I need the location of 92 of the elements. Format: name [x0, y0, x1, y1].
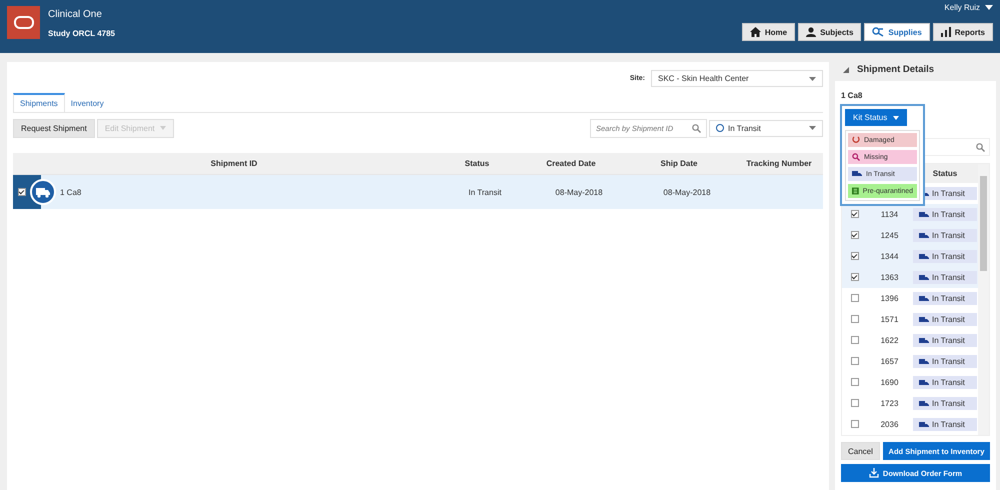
status-tag: In Transit: [913, 397, 977, 410]
truck-icon: [919, 254, 929, 260]
user-menu[interactable]: Kelly Ruiz: [944, 3, 993, 12]
kit-number: 1622: [880, 336, 898, 345]
kit-number: 1245: [880, 231, 898, 240]
tab[interactable]: Shipments: [13, 93, 65, 112]
truck-icon: [919, 232, 929, 238]
checkbox[interactable]: [850, 420, 858, 428]
status-tag: In Transit: [913, 334, 977, 347]
checkbox[interactable]: [850, 294, 858, 302]
checkbox[interactable]: [850, 314, 858, 322]
truck-icon: [919, 274, 929, 280]
nav-button[interactable]: Home: [742, 23, 796, 41]
checkbox[interactable]: [850, 378, 858, 386]
truck-icon: [919, 296, 929, 302]
checkbox[interactable]: [18, 188, 26, 196]
shipment-name: 1 Ca8: [841, 91, 864, 100]
nav-button[interactable]: Reports: [932, 23, 993, 41]
column-header: Tracking Number: [745, 159, 813, 168]
status-tag: In Transit: [913, 418, 977, 431]
search-icon: [852, 153, 860, 161]
table-cell-text: 1 Ca8: [59, 188, 82, 196]
checkbox[interactable]: [850, 210, 858, 218]
status-filter[interactable]: In Transit: [709, 120, 823, 136]
table-cell-text: 08-May-2018: [662, 188, 712, 196]
status-tag: In Transit: [913, 250, 977, 263]
column-header: Status: [932, 169, 958, 178]
caret-icon: [809, 126, 816, 130]
checkbox[interactable]: [850, 272, 858, 280]
nav-button[interactable]: Subjects: [798, 23, 862, 41]
caret-icon: [160, 126, 166, 130]
checkbox[interactable]: [850, 356, 858, 364]
truck-icon: [919, 380, 929, 386]
download-icon: [868, 468, 879, 478]
status-tag: In Transit: [913, 313, 977, 326]
table-cell-text: 08-May-2018: [554, 188, 604, 196]
kit-number: 1396: [880, 294, 898, 303]
person-icon: [806, 27, 816, 37]
truck-icon: [919, 338, 929, 344]
study-name: Study ORCL 4785: [48, 29, 115, 38]
truck-icon: [30, 179, 56, 205]
kit-number: 1690: [880, 378, 898, 387]
kit-number: 1344: [880, 252, 898, 261]
column-header: Shipment ID: [210, 159, 258, 168]
home-icon: [750, 27, 761, 37]
table-cell-text: In Transit: [468, 188, 502, 196]
status-tag: In Transit: [913, 376, 977, 389]
kit-number: 1363: [880, 273, 898, 282]
kit-number: 2036: [880, 420, 898, 429]
collapse-icon[interactable]: [843, 66, 849, 72]
kit-number: 1134: [880, 210, 898, 219]
column-header: Ship Date: [660, 159, 698, 168]
truck-icon: [919, 422, 929, 428]
status-tag: In Transit: [913, 271, 977, 284]
caret-icon: [809, 76, 816, 80]
bar-chart-icon: [940, 27, 951, 37]
tab[interactable]: Inventory: [64, 93, 110, 112]
nav-button[interactable]: Supplies: [864, 23, 930, 41]
checkbox[interactable]: [850, 336, 858, 344]
kit-status-button[interactable]: Kit Status: [845, 109, 908, 126]
caret-icon: [985, 5, 993, 10]
site-select[interactable]: SKC - Skin Health Center: [651, 70, 823, 87]
app-name: Clinical One: [48, 9, 103, 20]
scrollbar[interactable]: [978, 164, 989, 435]
status-tag: In Transit: [913, 355, 977, 368]
kit-number: 1571: [880, 315, 898, 324]
panel-title: Shipment Details: [857, 64, 934, 75]
truck-icon: [919, 400, 929, 406]
status-tag: In Transit: [913, 208, 977, 221]
checkbox[interactable]: [850, 230, 858, 238]
status-tag: In Transit: [913, 229, 977, 242]
caret-icon: [893, 116, 900, 120]
checkbox[interactable]: [850, 398, 858, 406]
column-header: Status: [464, 159, 490, 168]
truck-icon: [852, 171, 862, 177]
table-row[interactable]: 1 Ca8 In Transit 08-May-2018 08-May-2018: [13, 174, 823, 209]
cancel-button[interactable]: Cancel: [841, 442, 880, 460]
checkbox[interactable]: [850, 252, 858, 260]
supplies-icon: [872, 27, 884, 37]
truck-icon: [919, 212, 929, 218]
column-header: Created Date: [545, 159, 597, 168]
action-button[interactable]: Request Shipment: [13, 118, 95, 138]
search-icon: [692, 124, 701, 132]
status-tag: In Transit: [913, 292, 977, 305]
power-icon: [852, 136, 860, 144]
truck-icon: [919, 358, 929, 364]
kit-number: 1657: [880, 357, 898, 366]
search-icon: [976, 142, 985, 152]
kit-number: 1723: [880, 399, 898, 408]
truck-icon: [919, 316, 929, 322]
list-icon: [852, 187, 859, 195]
logo-icon: [7, 6, 40, 39]
